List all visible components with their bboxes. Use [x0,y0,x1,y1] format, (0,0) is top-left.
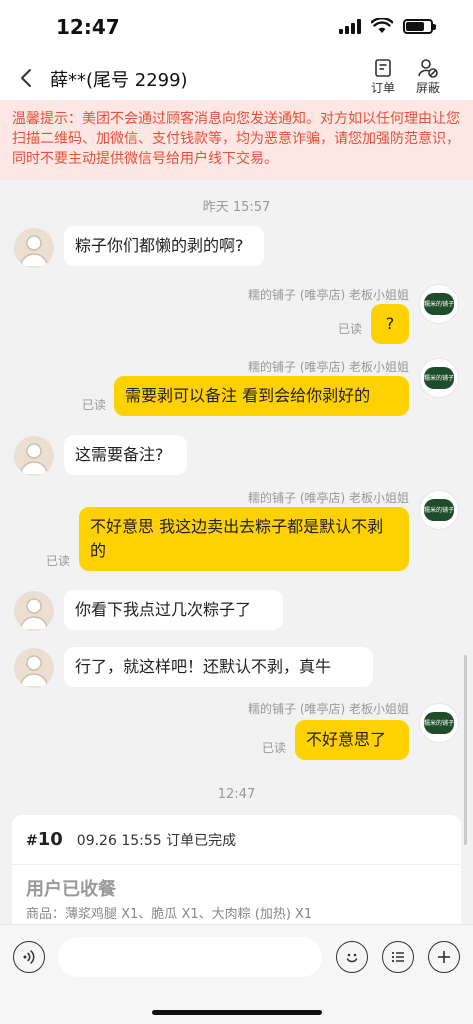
person-icon [20,655,48,687]
nav-bar: 薛**(尾号 2299) 订单 屏蔽 [0,56,473,100]
message-bubble[interactable]: 需要剥可以备注 看到会给你剥好的 [114,376,409,416]
customer-avatar[interactable] [14,436,54,476]
message-bubble[interactable]: 不好意思了 [295,720,409,760]
message-bubble[interactable]: 粽子你们都懒的剥的啊? [64,226,264,266]
status-icons [339,18,436,34]
message-bubble[interactable]: 不好意思 我这边卖出去粽子都是默认不剥的 [79,507,409,571]
back-icon[interactable] [14,64,38,92]
order-meta: 09.26 15:55 订单已完成 [76,832,237,849]
order-button[interactable]: 订单 [363,58,403,96]
wifi-icon [371,18,393,33]
message-bubble[interactable]: 这需要备注? [64,435,187,475]
conversation-title: 薛**(尾号 2299) [50,70,188,91]
shop-logo: 糯米的铺子 [424,293,454,315]
message-input[interactable] [58,937,322,977]
list-icon [391,951,404,963]
battery-icon [403,18,436,34]
person-icon [20,235,48,267]
voice-button[interactable] [13,941,45,973]
shop-logo: 糯米的铺子 [424,367,454,389]
shop-avatar[interactable]: 糯米的铺子 [419,358,459,398]
block-label: 屏蔽 [415,81,440,95]
customer-avatar[interactable] [14,648,54,688]
status-time: 12:47 [56,15,120,39]
read-receipt: 已读 [262,741,287,755]
customer-avatar[interactable] [14,591,54,631]
shop-avatar[interactable]: 糯米的铺子 [419,703,459,743]
read-receipt: 已读 [338,322,363,336]
read-receipt: 已读 [82,398,107,412]
order-label: 订单 [370,81,395,95]
message-bubble[interactable]: 你看下我点过几次粽子了 [64,590,283,630]
order-goods: 商品：薄浆鸡腿 X1、脆瓜 X1、大肉粽 (加热) X1 [26,907,313,922]
quick-reply-button[interactable] [382,941,414,973]
emoji-button[interactable] [336,941,368,973]
message-input-bar [0,924,473,1024]
shop-logo: 糯米的铺子 [424,499,454,521]
person-icon [20,598,48,630]
block-button[interactable]: 屏蔽 [408,58,448,96]
order-card[interactable]: #10 09.26 15:55 订单已完成 用户已收餐 商品：薄浆鸡腿 X1、脆… [12,815,461,935]
sender-name: 糯的铺子 (唯亭店) 老板小姐姐 [248,491,409,505]
status-bar: 12:47 [0,0,473,56]
block-user-icon [418,59,438,78]
cellular-signal-icon [339,18,361,34]
chat-list[interactable]: 昨天 15:57 粽子你们都懒的剥的啊? 糯的铺子 (唯亭店) 老板小姐姐 糯米… [0,180,473,920]
time-divider: 昨天 15:57 [202,200,271,215]
time-divider: 12:47 [217,787,256,802]
voice-icon [23,950,35,964]
shop-avatar[interactable]: 糯米的铺子 [419,284,459,324]
person-icon [20,443,48,475]
message-bubble[interactable]: 行了，就这样吧！还默认不剥，真牛 [64,647,373,687]
sender-name: 糯的铺子 (唯亭店) 老板小姐姐 [248,360,409,374]
order-status: 用户已收餐 [26,879,116,900]
sender-name: 糯的铺子 (唯亭店) 老板小姐姐 [248,702,409,716]
order-header: #10 09.26 15:55 订单已完成 [12,815,461,865]
read-receipt: 已读 [46,554,71,568]
fraud-warning-banner: 温馨提示：美团不会通过顾客消息向您发送通知。对方如以任何理由让您扫描二维码、加微… [0,100,473,180]
sender-name: 糯的铺子 (唯亭店) 老板小姐姐 [248,288,409,302]
order-number: #10 [26,829,63,850]
customer-avatar[interactable] [14,228,54,268]
more-button[interactable] [428,941,460,973]
shop-avatar[interactable]: 糯米的铺子 [419,490,459,530]
chat-scrollbar[interactable] [464,655,467,845]
shop-logo: 糯米的铺子 [424,712,454,734]
plus-icon [438,951,450,963]
order-icon [375,59,391,77]
home-indicator[interactable] [152,1010,322,1015]
emoji-icon [346,953,358,963]
message-bubble[interactable]: ? [371,304,409,344]
